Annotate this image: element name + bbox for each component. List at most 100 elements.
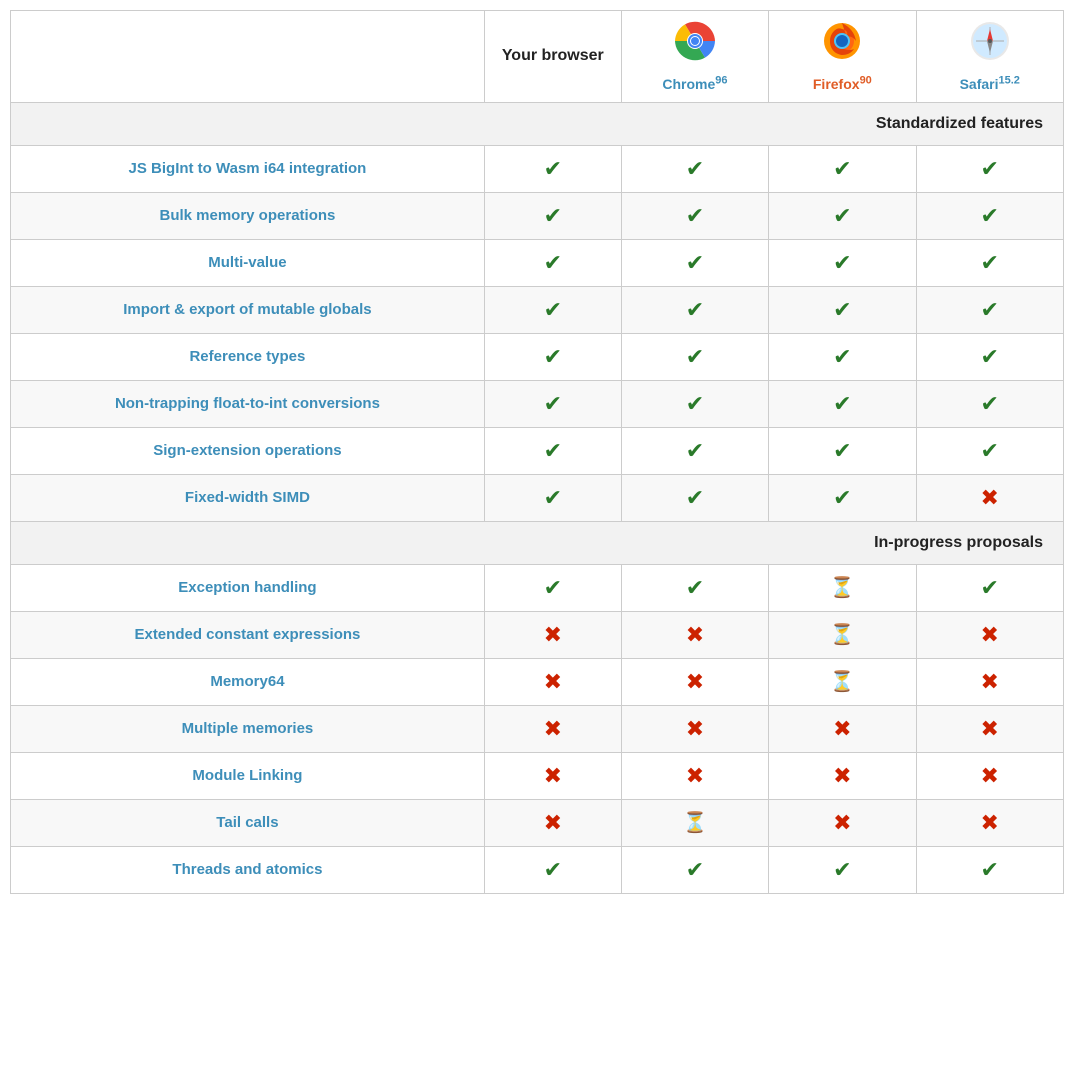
- safari-cell: ✔: [916, 427, 1063, 474]
- firefox-cell: ⏳: [769, 564, 916, 611]
- check-icon: ✔: [544, 344, 562, 369]
- check-icon: ✔: [686, 297, 704, 322]
- feature-name: Multiple memories: [11, 705, 485, 752]
- safari-header: Safari15.2: [916, 11, 1063, 103]
- safari-cell: ✔: [916, 239, 1063, 286]
- your-browser-cell: ✔: [484, 333, 621, 380]
- chrome-cell: ✔: [621, 333, 768, 380]
- check-icon: ✔: [686, 344, 704, 369]
- safari-cell: ✔: [916, 564, 1063, 611]
- table-row: Tail calls ✖ ⏳ ✖ ✖: [11, 799, 1064, 846]
- check-icon: ✔: [981, 438, 999, 463]
- check-icon: ✔: [833, 250, 851, 275]
- firefox-cell: ✖: [769, 705, 916, 752]
- firefox-label: Firefox90: [813, 76, 872, 92]
- your-browser-cell: ✖: [484, 705, 621, 752]
- your-browser-cell: ✔: [484, 846, 621, 893]
- cross-icon: ✖: [544, 622, 562, 647]
- check-icon: ✔: [544, 438, 562, 463]
- feature-name: Non-trapping float-to-int conversions: [11, 380, 485, 427]
- check-icon: ✔: [833, 344, 851, 369]
- chrome-cell: ✔: [621, 145, 768, 192]
- check-icon: ✔: [544, 250, 562, 275]
- check-icon: ✔: [833, 156, 851, 181]
- table-row: Non-trapping float-to-int conversions ✔ …: [11, 380, 1064, 427]
- safari-cell: ✖: [916, 705, 1063, 752]
- firefox-header: Firefox90: [769, 11, 916, 103]
- cross-icon: ✖: [686, 669, 704, 694]
- chrome-cell: ✖: [621, 658, 768, 705]
- check-icon: ✔: [544, 857, 562, 882]
- firefox-cell: ✔: [769, 474, 916, 521]
- check-icon: ✔: [686, 438, 704, 463]
- safari-cell: ✔: [916, 145, 1063, 192]
- check-icon: ✔: [544, 156, 562, 181]
- safari-cell: ✖: [916, 611, 1063, 658]
- safari-icon: [923, 21, 1057, 70]
- table-row: Sign-extension operations ✔ ✔ ✔ ✔: [11, 427, 1064, 474]
- check-icon: ✔: [833, 391, 851, 416]
- your-browser-cell: ✔: [484, 427, 621, 474]
- cross-icon: ✖: [981, 485, 999, 510]
- check-icon: ✔: [686, 857, 704, 882]
- check-icon: ✔: [981, 857, 999, 882]
- table-row: Fixed-width SIMD ✔ ✔ ✔ ✖: [11, 474, 1064, 521]
- check-icon: ✔: [544, 297, 562, 322]
- table-row: Multi-value ✔ ✔ ✔ ✔: [11, 239, 1064, 286]
- firefox-cell: ✔: [769, 427, 916, 474]
- cross-icon: ✖: [981, 622, 999, 647]
- your-browser-cell: ✔: [484, 564, 621, 611]
- chrome-cell: ✖: [621, 752, 768, 799]
- chrome-icon: [628, 21, 762, 70]
- your-browser-cell: ✖: [484, 799, 621, 846]
- chrome-cell: ✔: [621, 380, 768, 427]
- safari-cell: ✔: [916, 380, 1063, 427]
- feature-name: Bulk memory operations: [11, 192, 485, 239]
- check-icon: ✔: [544, 485, 562, 510]
- feature-name: JS BigInt to Wasm i64 integration: [11, 145, 485, 192]
- cross-icon: ✖: [544, 669, 562, 694]
- chrome-cell: ⏳: [621, 799, 768, 846]
- feature-name: Extended constant expressions: [11, 611, 485, 658]
- table-row: Threads and atomics ✔ ✔ ✔ ✔: [11, 846, 1064, 893]
- safari-cell: ✔: [916, 192, 1063, 239]
- feature-column-header: [11, 11, 485, 103]
- chrome-cell: ✖: [621, 611, 768, 658]
- safari-cell: ✔: [916, 846, 1063, 893]
- table-row: Reference types ✔ ✔ ✔ ✔: [11, 333, 1064, 380]
- firefox-cell: ✔: [769, 333, 916, 380]
- chrome-cell: ✖: [621, 705, 768, 752]
- safari-label: Safari15.2: [960, 76, 1020, 92]
- cross-icon: ✖: [833, 716, 851, 741]
- your-browser-cell: ✔: [484, 286, 621, 333]
- your-browser-label: Your browser: [502, 47, 604, 64]
- table-row: Extended constant expressions ✖ ✖ ⏳ ✖: [11, 611, 1064, 658]
- feature-name: Reference types: [11, 333, 485, 380]
- feature-name: Module Linking: [11, 752, 485, 799]
- chrome-cell: ✔: [621, 564, 768, 611]
- chrome-cell: ✔: [621, 286, 768, 333]
- check-icon: ✔: [981, 203, 999, 228]
- check-icon: ✔: [833, 438, 851, 463]
- your-browser-cell: ✔: [484, 380, 621, 427]
- check-icon: ✔: [544, 575, 562, 600]
- chrome-cell: ✔: [621, 239, 768, 286]
- firefox-cell: ✔: [769, 380, 916, 427]
- feature-name: Fixed-width SIMD: [11, 474, 485, 521]
- check-icon: ✔: [981, 156, 999, 181]
- table-header-row: Your browser: [11, 11, 1064, 103]
- chrome-cell: ✔: [621, 846, 768, 893]
- cross-icon: ✖: [686, 622, 704, 647]
- table-row: Exception handling ✔ ✔ ⏳ ✔: [11, 564, 1064, 611]
- check-icon: ✔: [686, 250, 704, 275]
- cross-icon: ✖: [686, 763, 704, 788]
- firefox-cell: ✖: [769, 752, 916, 799]
- section-header-row: In-progress proposals: [11, 521, 1064, 564]
- check-icon: ✔: [833, 485, 851, 510]
- your-browser-header: Your browser: [484, 11, 621, 103]
- check-icon: ✔: [833, 297, 851, 322]
- section-header-row: Standardized features: [11, 102, 1064, 145]
- chrome-cell: ✔: [621, 192, 768, 239]
- safari-cell: ✖: [916, 474, 1063, 521]
- check-icon: ✔: [981, 344, 999, 369]
